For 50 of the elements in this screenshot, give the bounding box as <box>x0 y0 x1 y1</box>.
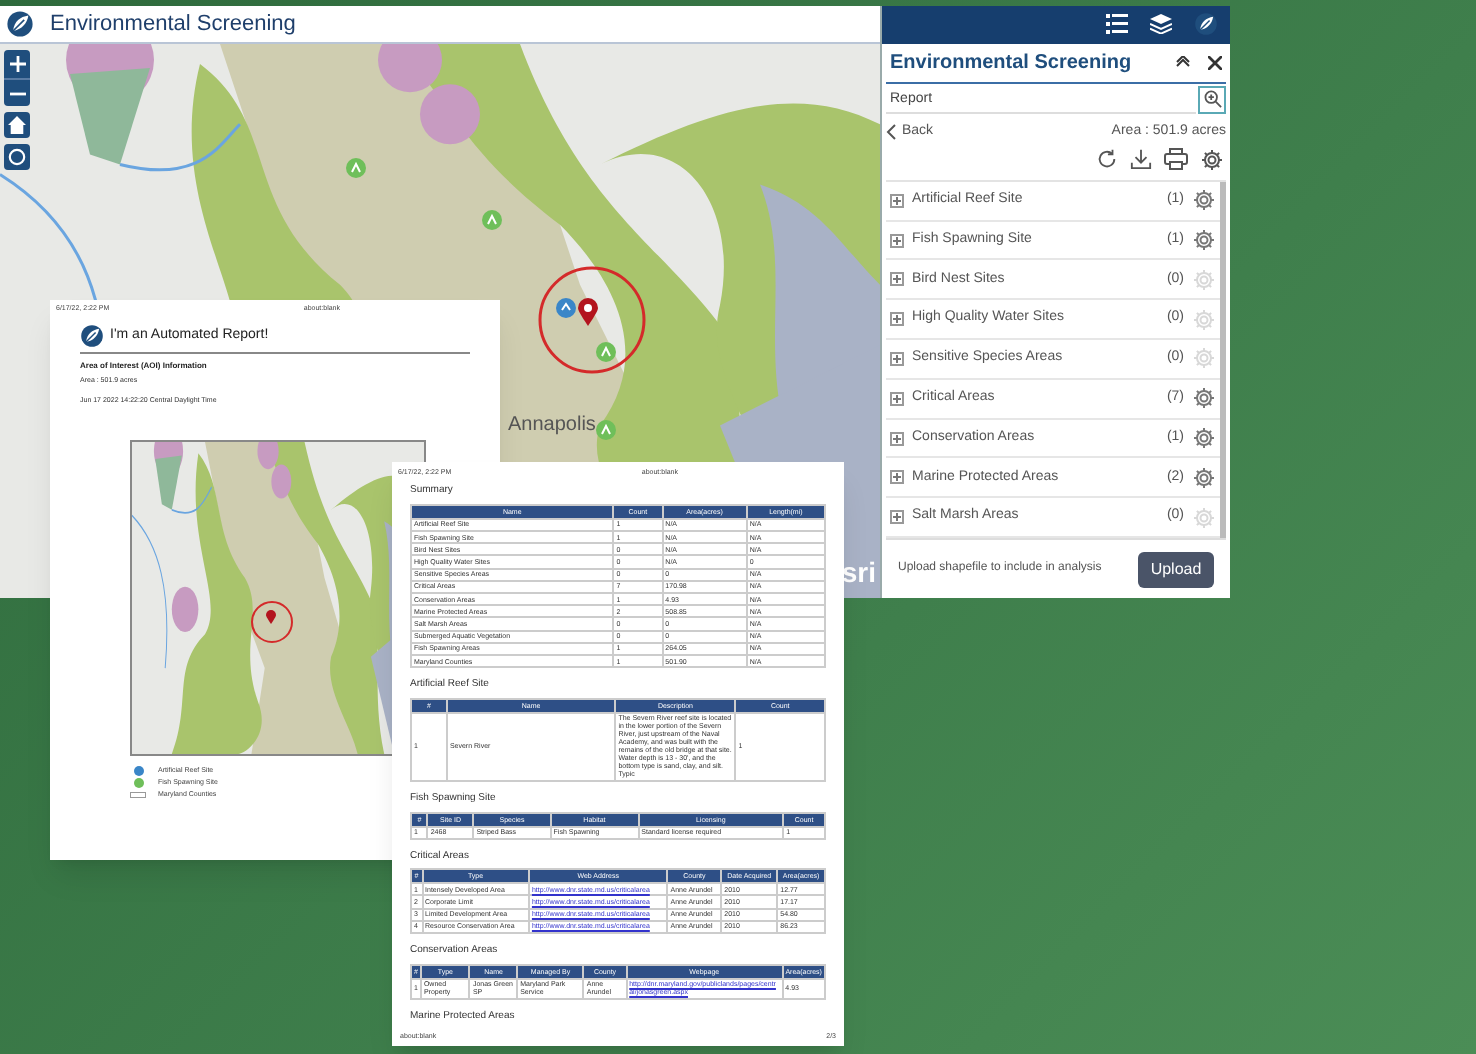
layer-settings-icon[interactable] <box>1192 465 1216 490</box>
leaf-logo-icon <box>1194 12 1218 37</box>
home-icon <box>8 116 26 134</box>
upload-button[interactable]: Upload <box>1138 551 1214 587</box>
layer-settings-icon[interactable] <box>1192 386 1216 411</box>
county-outline-icon <box>130 792 146 799</box>
spawning-site-marker-icon <box>482 210 502 230</box>
map-place-label: Annapolis <box>508 412 596 440</box>
spawning-site-marker-icon <box>346 158 366 178</box>
expand-icon[interactable] <box>890 391 904 406</box>
chevron-left-icon <box>886 123 896 140</box>
settings-icon[interactable] <box>1200 147 1224 172</box>
print-icon[interactable] <box>1164 148 1188 171</box>
layer-settings-icon[interactable] <box>1192 228 1216 253</box>
zoom-in-button[interactable] <box>4 50 30 78</box>
expand-icon[interactable] <box>890 470 904 485</box>
spawning-site-icon <box>133 778 143 789</box>
map-pin-icon <box>578 298 598 326</box>
map-pin-icon <box>266 609 276 624</box>
search-button[interactable] <box>1198 85 1226 114</box>
expand-icon[interactable] <box>890 272 904 287</box>
app-title: Environmental Screening <box>50 9 296 40</box>
home-button[interactable] <box>4 112 30 138</box>
zoom-search-icon <box>1203 90 1221 109</box>
layers-icon[interactable] <box>1150 14 1172 35</box>
locate-button[interactable] <box>4 144 30 170</box>
expand-icon[interactable] <box>890 312 904 327</box>
expand-icon[interactable] <box>890 351 904 366</box>
collapse-icon[interactable] <box>1176 56 1190 69</box>
expand-icon[interactable] <box>890 193 904 208</box>
close-icon[interactable] <box>1208 55 1222 70</box>
spawning-site-marker-icon <box>596 342 616 362</box>
layer-settings-icon[interactable] <box>1192 426 1216 450</box>
plus-icon <box>9 56 25 72</box>
expand-icon[interactable] <box>890 431 904 445</box>
list-icon[interactable] <box>1106 14 1128 35</box>
spawning-site-marker-icon <box>596 420 616 440</box>
panel-title: Environmental Screening <box>890 49 1132 78</box>
reef-site-marker-icon <box>556 298 576 318</box>
search-area-circle <box>538 266 646 374</box>
expand-icon[interactable] <box>890 233 904 248</box>
search-area-circle <box>250 599 294 644</box>
leaf-logo-icon <box>80 324 104 349</box>
circle-icon <box>8 148 26 166</box>
expand-icon[interactable] <box>890 510 904 525</box>
reef-site-icon <box>133 766 143 777</box>
refresh-icon[interactable] <box>1096 148 1118 171</box>
layer-settings-icon[interactable] <box>1192 188 1216 213</box>
map-attribution: sri <box>841 554 876 592</box>
download-icon[interactable] <box>1130 148 1152 171</box>
